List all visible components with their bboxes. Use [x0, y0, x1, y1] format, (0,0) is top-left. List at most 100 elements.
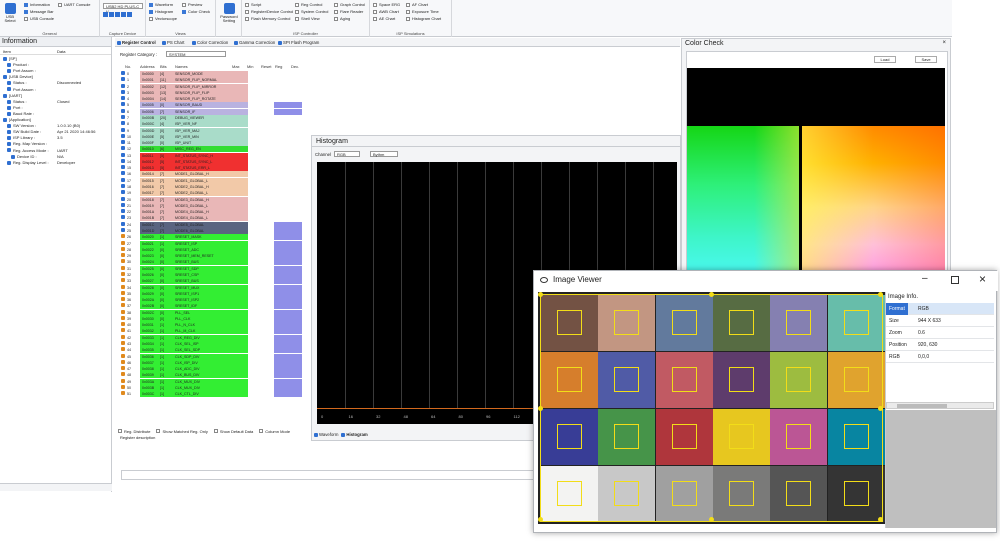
register-value-cells[interactable] — [232, 90, 308, 96]
register-value-cells[interactable] — [232, 290, 308, 297]
register-value-cells[interactable] — [232, 303, 308, 310]
check-system-control[interactable]: System Control — [295, 9, 328, 14]
register-value-cells[interactable] — [232, 190, 308, 196]
register-value-cells[interactable] — [232, 366, 308, 373]
check-awb-chart[interactable]: AWB Chart — [373, 9, 399, 14]
check-histogram[interactable]: Histogram — [149, 9, 173, 14]
register-value-cells[interactable] — [232, 134, 308, 140]
register-row[interactable]: 51 0x003C [1] CLK_CTL_DIV — [120, 391, 308, 398]
close-icon[interactable]: × — [942, 40, 946, 46]
register-category-combo[interactable]: SYSTEM — [166, 51, 226, 57]
register-value-cells[interactable] — [232, 322, 308, 329]
resize-handle[interactable] — [878, 517, 883, 522]
register-value-cells[interactable] — [232, 203, 308, 209]
resize-handle[interactable] — [878, 406, 883, 411]
close-window-icon[interactable]: × — [979, 272, 986, 286]
register-value-cells[interactable] — [232, 246, 308, 253]
tab-register-control[interactable]: Register Control — [117, 39, 156, 47]
info-row[interactable]: Reg. Display Level : Developer — [0, 160, 112, 166]
register-value-cells[interactable] — [232, 309, 308, 316]
tab-gamma-correction[interactable]: Gamma Correction — [234, 39, 275, 47]
check-color-check[interactable]: Color Check — [182, 9, 210, 14]
histogram-mode-combo[interactable]: Bythm — [370, 151, 398, 157]
register-value-cells[interactable] — [232, 334, 308, 341]
stop-icon[interactable] — [115, 12, 120, 17]
check-reg-distribute[interactable]: Reg. Distribute — [118, 428, 150, 434]
register-value-cells[interactable] — [232, 178, 308, 184]
check-exposure-time[interactable]: Exposure Time — [406, 9, 439, 14]
register-value-cells[interactable] — [232, 115, 308, 121]
register-value-cells[interactable] — [232, 359, 308, 366]
register-value-cells[interactable] — [232, 259, 308, 266]
check-histogram-chart[interactable]: Histogram Chart — [406, 16, 441, 21]
check-flash-memory-control[interactable]: Flash Memory Control — [245, 16, 290, 21]
record-icon[interactable] — [121, 12, 126, 17]
check-space-erg[interactable]: Space ERG — [373, 2, 400, 7]
check-waveform[interactable]: Waveform — [149, 2, 173, 7]
scrollbar-thumb[interactable] — [897, 404, 947, 408]
register-value-cells[interactable] — [232, 215, 308, 221]
check-register-device-control[interactable]: Register/Device Control — [245, 9, 293, 14]
register-value-cells[interactable] — [232, 372, 308, 379]
check-column-mode[interactable]: Column Mode — [259, 428, 290, 434]
register-value-cells[interactable] — [232, 347, 308, 354]
register-value-cells[interactable] — [232, 184, 308, 190]
register-value-cells[interactable] — [232, 265, 308, 272]
register-value-cells[interactable] — [232, 271, 308, 278]
register-value-cells[interactable] — [232, 84, 308, 90]
register-value-cells[interactable] — [232, 341, 308, 348]
load-button[interactable]: Load — [874, 56, 896, 63]
register-value-cells[interactable] — [232, 315, 308, 322]
register-value-cells[interactable] — [232, 297, 308, 304]
register-value-cells[interactable] — [232, 121, 308, 127]
resize-handle[interactable] — [538, 517, 543, 522]
maximize-icon[interactable] — [951, 276, 959, 284]
register-value-cells[interactable] — [232, 284, 308, 291]
check-uart-console[interactable]: UART Console — [58, 2, 91, 7]
register-value-cells[interactable] — [232, 209, 308, 215]
histogram-channel-combo[interactable]: RGB — [334, 151, 360, 157]
check-vectorscope[interactable]: Vectorscope — [149, 16, 177, 21]
check-shell-view[interactable]: Shell View — [295, 16, 320, 21]
check-show-default-data[interactable]: Show Default Data — [213, 428, 253, 434]
register-value-cells[interactable] — [232, 128, 308, 134]
check-message-bar[interactable]: Message Bar — [24, 9, 54, 14]
resize-handle[interactable] — [538, 406, 543, 411]
pause-icon[interactable] — [109, 12, 114, 17]
check-script[interactable]: Script — [245, 2, 261, 7]
capture-device-combo[interactable]: USB2 HD PLUS-C V... — [103, 3, 143, 14]
check-aging[interactable]: Aging — [334, 16, 350, 21]
register-value-cells[interactable] — [232, 146, 308, 152]
tab-spi-flash-program[interactable]: SPI Flash Program — [278, 39, 319, 47]
check-flare-reader[interactable]: Flare Reader — [334, 9, 363, 14]
register-value-cells[interactable] — [232, 165, 308, 171]
tab-histogram[interactable]: Histogram — [341, 431, 368, 439]
register-value-cells[interactable] — [232, 197, 308, 203]
check-graph-control[interactable]: Graph Control — [334, 2, 365, 7]
resize-handle[interactable] — [709, 517, 714, 522]
register-value-cells[interactable] — [232, 385, 308, 391]
check-usb-console[interactable]: USB Console — [24, 16, 54, 21]
register-value-cells[interactable] — [232, 378, 308, 385]
horizontal-scrollbar[interactable] — [886, 402, 994, 409]
register-value-cells[interactable] — [232, 77, 308, 83]
register-value-cells[interactable] — [232, 328, 308, 335]
password-setting-button[interactable]: Password Setting — [218, 3, 240, 23]
usb-select-button[interactable]: USB Select — [3, 3, 17, 23]
register-value-cells[interactable] — [232, 96, 308, 102]
check-information[interactable]: Information — [24, 2, 50, 7]
check-af-chart[interactable]: AF Chart — [406, 2, 428, 7]
register-value-cells[interactable] — [232, 228, 308, 234]
register-value-cells[interactable] — [232, 221, 308, 228]
register-value-cells[interactable] — [232, 102, 308, 109]
register-value-cells[interactable] — [232, 253, 308, 260]
register-value-cells[interactable] — [232, 140, 308, 146]
register-value-cells[interactable] — [232, 240, 308, 247]
register-value-cells[interactable] — [232, 391, 308, 398]
tab-color-correction[interactable]: Color Correction — [192, 39, 228, 47]
selection-frame[interactable] — [540, 294, 883, 522]
check-reg-control[interactable]: Reg Control — [295, 2, 322, 7]
resize-handle[interactable] — [538, 292, 543, 297]
resize-handle[interactable] — [709, 292, 714, 297]
register-value-cells[interactable] — [232, 159, 308, 165]
